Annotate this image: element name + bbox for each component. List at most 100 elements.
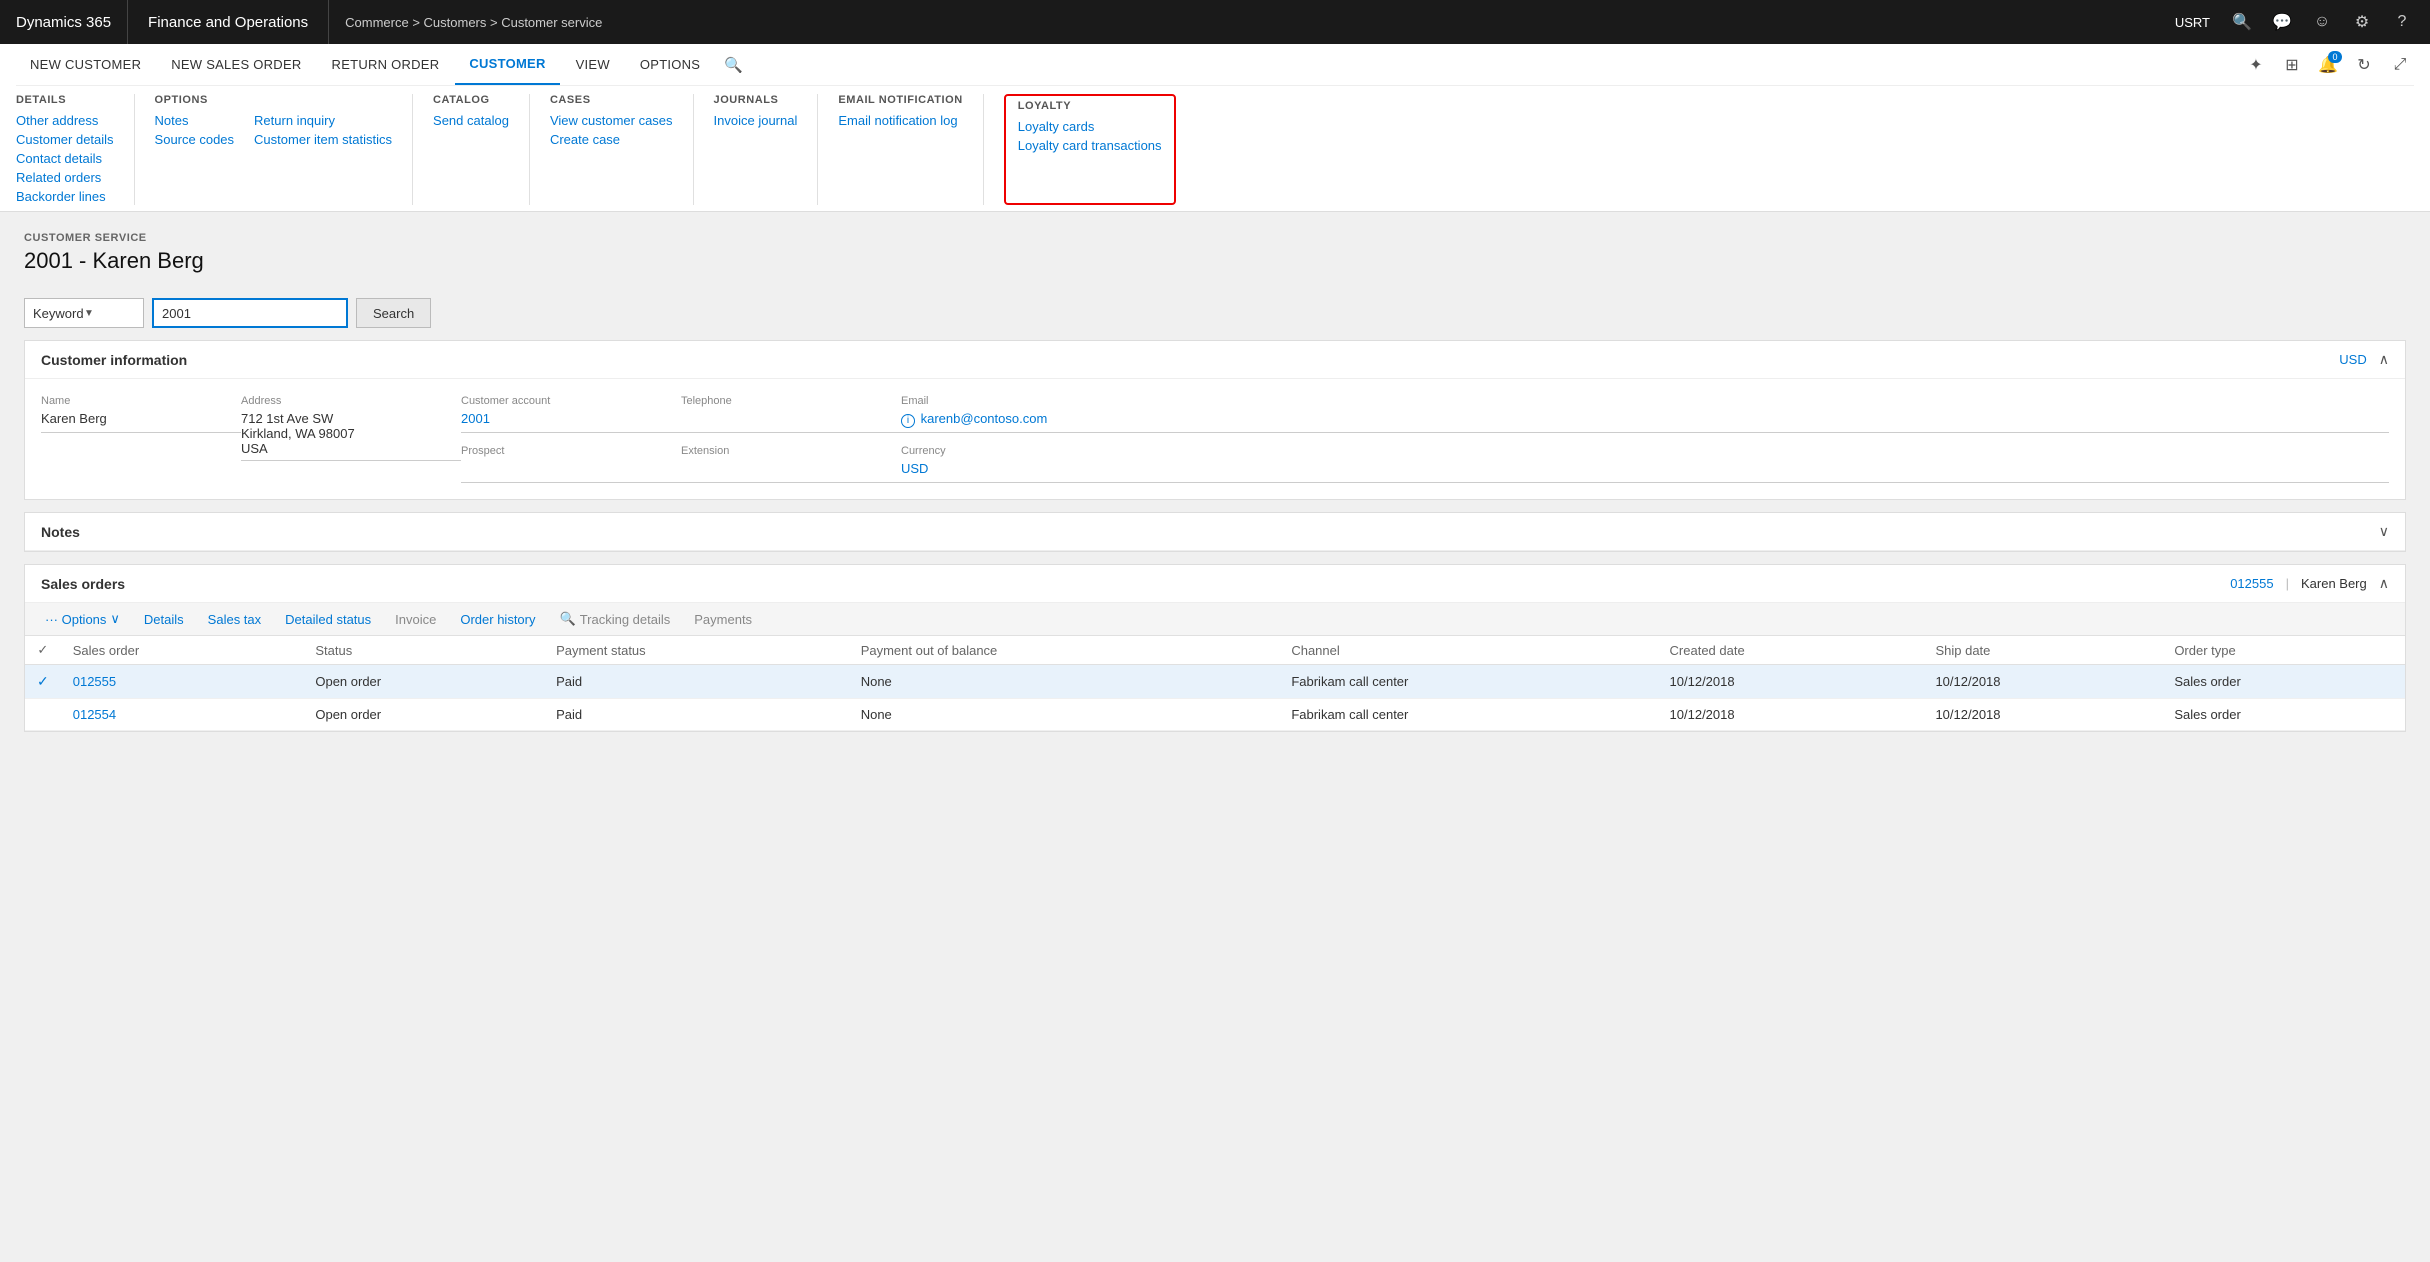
refresh-icon[interactable]: ↻: [2350, 51, 2378, 79]
toolbar-details-button[interactable]: Details: [140, 610, 188, 629]
ribbon-item-other-address[interactable]: Other address: [16, 112, 114, 129]
notes-title: Notes: [41, 524, 2379, 540]
options-label: ··· Options: [45, 612, 106, 627]
collapse-icon[interactable]: ∧: [2379, 351, 2389, 368]
row-order-2[interactable]: 012554: [61, 699, 304, 731]
table-row[interactable]: 012554 Open order Paid None Fabrikam cal…: [25, 699, 2405, 731]
row-order-1[interactable]: 012555: [61, 665, 304, 699]
tab-new-sales-order[interactable]: New sales order: [157, 44, 315, 85]
keyword-select[interactable]: Keyword ▼: [24, 298, 144, 328]
col-sales-order[interactable]: Sales order: [61, 636, 304, 665]
sales-orders-header-customer: Karen Berg: [2301, 576, 2367, 591]
sales-orders-collapse-icon[interactable]: ∧: [2379, 575, 2389, 592]
chevron-down-icon: ▼: [84, 308, 135, 319]
search-input[interactable]: [152, 298, 348, 328]
email-notification-group-items: Email notification log: [838, 112, 962, 129]
tracking-search-icon: 🔍: [560, 611, 576, 627]
ribbon-item-return-inquiry[interactable]: Return inquiry: [254, 112, 392, 129]
table-row[interactable]: ✓ 012555 Open order Paid None Fabrikam c…: [25, 665, 2405, 699]
ribbon-item-invoice-journal[interactable]: Invoice journal: [714, 112, 798, 129]
col-payment-status[interactable]: Payment status: [544, 636, 849, 665]
row-check-2: [25, 699, 61, 731]
col-order-type[interactable]: Order type: [2162, 636, 2405, 665]
ribbon-item-notes[interactable]: Notes: [155, 112, 235, 129]
main-content: Customer information USD ∧ Name Karen Be…: [0, 340, 2430, 732]
ribbon-item-source-codes[interactable]: Source codes: [155, 131, 235, 148]
chat-icon[interactable]: 💬: [2266, 6, 2298, 38]
extension-value: [681, 461, 901, 483]
ribbon-item-customer-details[interactable]: Customer details: [16, 131, 114, 148]
help-icon[interactable]: ?: [2386, 6, 2418, 38]
col-ship-date[interactable]: Ship date: [1923, 636, 2162, 665]
order-link-1[interactable]: 012555: [73, 674, 116, 689]
ribbon-item-view-customer-cases[interactable]: View customer cases: [550, 112, 673, 129]
name-field: Name Karen Berg: [41, 395, 241, 483]
tab-return-order[interactable]: Return order: [318, 44, 454, 85]
gear-icon[interactable]: ⚙: [2346, 6, 2378, 38]
options-col-1: Notes Source codes: [155, 112, 235, 148]
ribbon-item-loyalty-card-transactions[interactable]: Loyalty card transactions: [1018, 137, 1162, 154]
ribbon-item-customer-item-stats[interactable]: Customer item statistics: [254, 131, 392, 148]
loyalty-group-items: Loyalty cards Loyalty card transactions: [1018, 118, 1162, 154]
toolbar-sales-tax-button[interactable]: Sales tax: [204, 610, 265, 629]
windows-icon[interactable]: ⊞: [2278, 51, 2306, 79]
currency-value[interactable]: USD: [901, 461, 2389, 483]
ribbon-item-contact-details[interactable]: Contact details: [16, 150, 114, 167]
sales-orders-header-right: 012555 | Karen Berg ∧: [2230, 575, 2389, 592]
ribbon-group-catalog: CATALOG Send catalog: [433, 94, 530, 205]
options-chevron-icon: ∨: [110, 611, 120, 627]
email-field-group: Email i karenb@contoso.com Currency USD: [901, 395, 2389, 483]
dynamics-label[interactable]: Dynamics 365: [0, 0, 128, 44]
search-button[interactable]: Search: [356, 298, 431, 328]
ribbon-item-email-notification-log[interactable]: Email notification log: [838, 112, 962, 129]
toolbar-tracking-button[interactable]: 🔍 Tracking details: [556, 609, 675, 629]
toolbar-order-history-button[interactable]: Order history: [456, 610, 539, 629]
app-label[interactable]: Finance and Operations: [128, 0, 329, 44]
ribbon-search-icon[interactable]: 🔍: [724, 56, 743, 74]
checkmark-icon: ✓: [37, 673, 49, 689]
ribbon-item-loyalty-cards[interactable]: Loyalty cards: [1018, 118, 1162, 135]
search-icon-top[interactable]: 🔍: [2226, 6, 2258, 38]
sales-orders-table-wrapper: ✓ Sales order Status Payment status Paym…: [25, 636, 2405, 731]
notes-expand-icon[interactable]: ∨: [2379, 523, 2389, 540]
row-order-type-2: Sales order: [2162, 699, 2405, 731]
address-value: 712 1st Ave SW Kirkland, WA 98007 USA: [241, 411, 461, 461]
col-channel[interactable]: Channel: [1279, 636, 1657, 665]
toolbar-detailed-status-button[interactable]: Detailed status: [281, 610, 375, 629]
tab-customer[interactable]: CUSTOMER: [455, 44, 559, 85]
table-body: ✓ 012555 Open order Paid None Fabrikam c…: [25, 665, 2405, 731]
ribbon-item-send-catalog[interactable]: Send catalog: [433, 112, 509, 129]
ribbon: New customer New sales order Return orde…: [0, 44, 2430, 212]
col-created-date[interactable]: Created date: [1658, 636, 1924, 665]
ribbon-item-related-orders[interactable]: Related orders: [16, 169, 114, 186]
options-group-title: OPTIONS: [155, 94, 392, 106]
col-status[interactable]: Status: [303, 636, 544, 665]
customize-icon[interactable]: ✦: [2242, 51, 2270, 79]
row-order-type-1: Sales order: [2162, 665, 2405, 699]
options-group-cols: Notes Source codes Return inquiry Custom…: [155, 112, 392, 148]
tab-view[interactable]: VIEW: [562, 44, 624, 85]
ribbon-item-create-case[interactable]: Create case: [550, 131, 673, 148]
ribbon-item-backorder-lines[interactable]: Backorder lines: [16, 188, 114, 205]
email-notification-group-title: EMAIL NOTIFICATION: [838, 94, 962, 106]
face-icon[interactable]: ☺: [2306, 6, 2338, 38]
email-value: i karenb@contoso.com: [901, 411, 2389, 433]
toolbar-options-button[interactable]: ··· Options ∨: [41, 609, 124, 629]
tab-new-customer[interactable]: New customer: [16, 44, 155, 85]
fullscreen-icon[interactable]: ⤢: [2386, 51, 2414, 79]
currency-link[interactable]: USD: [2339, 352, 2366, 367]
keyword-select-label: Keyword: [33, 306, 84, 321]
toolbar-payments-button[interactable]: Payments: [690, 610, 756, 629]
customer-info-header-right: USD ∧: [2339, 351, 2389, 368]
order-link-2[interactable]: 012554: [73, 707, 116, 722]
account-value[interactable]: 2001: [461, 411, 681, 433]
toolbar-invoice-button[interactable]: Invoice: [391, 610, 440, 629]
details-group-items: Other address Customer details Contact d…: [16, 112, 114, 205]
tab-options[interactable]: OPTIONS: [626, 44, 714, 85]
notification-icon[interactable]: 🔔 0: [2314, 51, 2342, 79]
email-link[interactable]: karenb@contoso.com: [921, 411, 1048, 426]
sales-orders-header-link[interactable]: 012555: [2230, 576, 2273, 591]
telephone-label: Telephone: [681, 395, 901, 407]
col-payment-balance[interactable]: Payment out of balance: [849, 636, 1280, 665]
account-field: Customer account 2001 Prospect: [461, 395, 681, 483]
